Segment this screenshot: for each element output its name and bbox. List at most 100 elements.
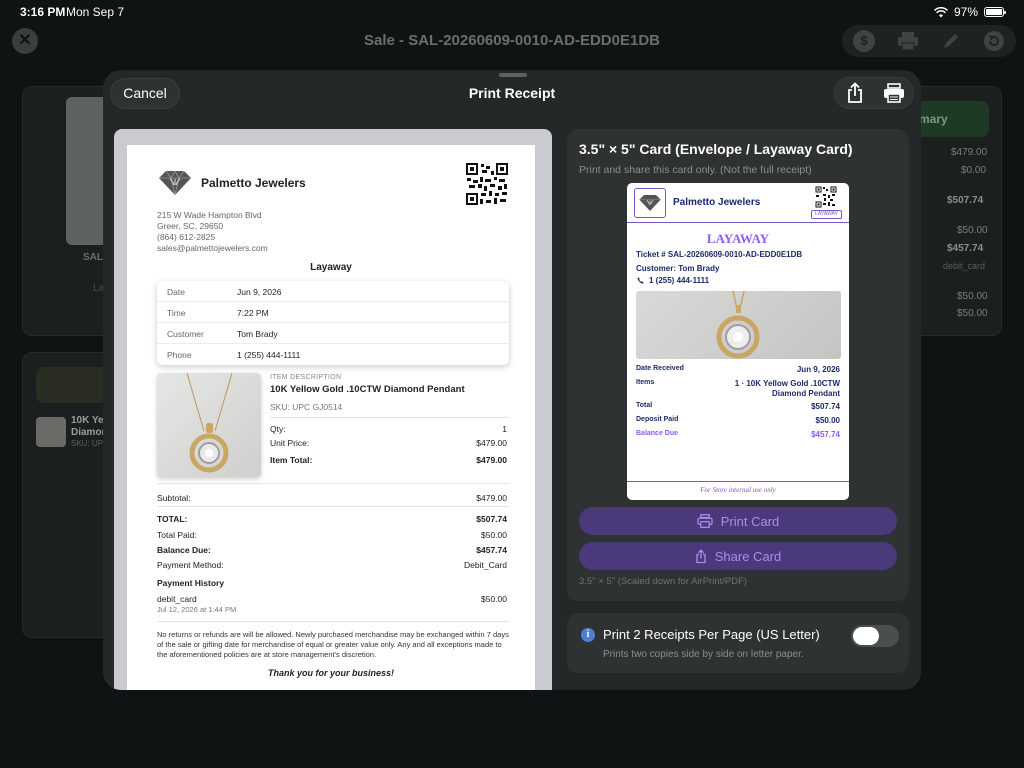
item-sku: SKU: UPC GJ0514 bbox=[270, 402, 343, 412]
total-paid-label: Total Paid: bbox=[157, 530, 197, 540]
unit-price-label: Unit Price: bbox=[270, 438, 310, 448]
background-summary-value: $50.00 bbox=[957, 308, 988, 319]
qty-value: 1 bbox=[502, 424, 507, 434]
card-header: Palmetto Jewelers LAYAWAY bbox=[627, 183, 849, 223]
two-per-page-subtitle: Prints two copies side by side on letter… bbox=[603, 649, 804, 660]
payment-history-label: Payment History bbox=[157, 578, 225, 588]
diamond-logo-icon bbox=[157, 170, 193, 196]
card-deposit-label: Deposit Paid bbox=[636, 416, 679, 423]
card-panel: 3.5" × 5" Card (Envelope / Layaway Card)… bbox=[567, 129, 909, 601]
card-heading: LAYAWAY bbox=[706, 231, 770, 246]
printer-icon[interactable] bbox=[897, 31, 919, 51]
wifi-icon bbox=[933, 6, 948, 18]
card-panel-subtitle: Print and share this card only. (Not the… bbox=[579, 164, 812, 176]
refresh-icon[interactable] bbox=[983, 30, 1005, 52]
info-row: Time 7:22 PM bbox=[157, 302, 509, 323]
card-size-note: 3.5" × 5" (Scaled down for AirPrint/PDF) bbox=[579, 576, 748, 587]
info-icon: i bbox=[581, 628, 595, 642]
background-summary-value: $457.74 bbox=[947, 243, 984, 254]
address-line: 215 W Wade Hampton Blvd bbox=[157, 210, 262, 220]
diamond-logo-icon bbox=[634, 188, 666, 218]
background-left-panel: SAL La bbox=[22, 86, 116, 336]
background-items-header bbox=[36, 367, 113, 403]
card-deposit-value: $50.00 bbox=[815, 416, 840, 425]
unit-price-value: $479.00 bbox=[476, 438, 507, 448]
print-receipt-sheet: Cancel Print Receipt Palmetto Jewelers 2… bbox=[103, 70, 921, 690]
item-photo bbox=[157, 373, 261, 477]
address-line: sales@palmettojewelers.com bbox=[157, 243, 268, 253]
status-bar: 3:16 PM Mon Sep 7 97% bbox=[0, 0, 1024, 24]
card-total-value: $507.74 bbox=[811, 402, 840, 411]
info-value: Tom Brady bbox=[237, 329, 278, 339]
balance-due-label: Balance Due: bbox=[157, 545, 211, 555]
item-total-label: Item Total: bbox=[270, 455, 313, 465]
printer-icon[interactable] bbox=[882, 81, 906, 105]
qr-code-icon bbox=[815, 186, 837, 208]
receipt-address: 215 W Wade Hampton Blvd Greer, SC, 29650… bbox=[157, 210, 268, 254]
total-paid-value: $50.00 bbox=[481, 530, 507, 540]
receipt-heading: Layaway bbox=[310, 262, 352, 273]
card-date-value: Jun 9, 2026 bbox=[796, 365, 840, 374]
share-card-button[interactable]: Share Card bbox=[579, 542, 897, 570]
divider bbox=[157, 506, 509, 507]
item-total-value: $479.00 bbox=[476, 455, 507, 465]
pencil-icon[interactable] bbox=[941, 31, 961, 51]
divider bbox=[157, 483, 509, 484]
background-item-thumb bbox=[36, 417, 66, 447]
qr-code-icon bbox=[465, 162, 509, 206]
background-summary-label: mary bbox=[919, 112, 948, 126]
background-toolbar: $ bbox=[842, 25, 1016, 57]
receipt-info-table: Date Jun 9, 2026 Time 7:22 PM Customer Tom … bbox=[157, 281, 509, 365]
background-summary-value: $479.00 bbox=[951, 147, 988, 158]
receipt-preview[interactable]: Palmetto Jewelers 215 W Wade Hampton Blv… bbox=[114, 129, 552, 690]
share-icon bbox=[695, 548, 707, 564]
share-icon[interactable] bbox=[843, 81, 867, 105]
card-items-value: 1 · 10K Yellow Gold .10CTW bbox=[734, 379, 840, 388]
receipt-paper: Palmetto Jewelers 215 W Wade Hampton Blv… bbox=[127, 145, 535, 690]
info-label: Phone bbox=[167, 350, 192, 360]
address-line: (864) 612-2825 bbox=[157, 232, 216, 242]
sheet-title: Print Receipt bbox=[468, 85, 556, 101]
sheet-grabber[interactable] bbox=[499, 73, 527, 77]
address-line: Greer, SC, 29650 bbox=[157, 221, 224, 231]
card-customer: Customer: Tom Brady bbox=[636, 264, 720, 273]
card-phone: 1 (255) 444-1111 bbox=[649, 276, 710, 285]
card-ticket-number: Ticket # SAL-20260609-0010-AD-EDD0E1DB bbox=[636, 250, 803, 259]
payment-history-method: debit_card bbox=[157, 594, 197, 604]
background-summary-value: debit_card bbox=[943, 261, 986, 271]
receipt-store-name: Palmetto Jewelers bbox=[201, 176, 306, 190]
background-summary-value: $50.00 bbox=[957, 225, 988, 236]
background-left-label: SAL bbox=[83, 252, 103, 263]
card-balance-label: Balance Due bbox=[636, 430, 679, 437]
qty-label: Qty: bbox=[270, 424, 286, 434]
print-card-button[interactable]: Print Card bbox=[579, 507, 897, 535]
total-value: $507.74 bbox=[476, 514, 507, 524]
card-panel-title: 3.5" × 5" Card (Envelope / Layaway Card) bbox=[579, 141, 853, 157]
background-summary-value: $507.74 bbox=[947, 195, 984, 206]
divider bbox=[157, 621, 509, 622]
info-label: Customer bbox=[167, 329, 204, 339]
battery-percent: 97% bbox=[953, 5, 978, 19]
info-value: Jun 9, 2026 bbox=[237, 287, 282, 297]
subtotal-value: $479.00 bbox=[476, 493, 507, 503]
card-layaway-badge: LAYAWAY bbox=[811, 210, 842, 219]
card-items-value-2: Diamond Pendant bbox=[771, 389, 840, 398]
background-item-sku: SKU: UP bbox=[71, 439, 104, 448]
subtotal-label: Subtotal: bbox=[157, 493, 191, 503]
background-summary-value: $50.00 bbox=[957, 291, 988, 302]
dollar-icon[interactable]: $ bbox=[853, 30, 875, 52]
two-per-page-toggle[interactable] bbox=[851, 625, 899, 647]
card-footer: For Store internal use only bbox=[627, 481, 849, 500]
payment-method-value: Debit_Card bbox=[464, 560, 507, 570]
status-date: Mon Sep 7 bbox=[66, 5, 125, 19]
card-balance-value: $457.74 bbox=[811, 430, 840, 439]
background-items-panel: 10K Yel Diamon SKU: UP bbox=[22, 352, 113, 638]
print-card-label: Print Card bbox=[720, 513, 780, 529]
info-row: Customer Tom Brady bbox=[157, 323, 509, 344]
background-item-name: 10K Yel bbox=[71, 415, 107, 426]
battery-icon bbox=[984, 7, 1006, 17]
balance-due-value: $457.74 bbox=[476, 545, 507, 555]
payment-history-date: Jul 12, 2026 at 1:44 PM bbox=[157, 605, 237, 614]
status-time: 3:16 PM bbox=[20, 5, 66, 19]
return-policy: No returns or refunds are will be allowe… bbox=[157, 630, 509, 659]
